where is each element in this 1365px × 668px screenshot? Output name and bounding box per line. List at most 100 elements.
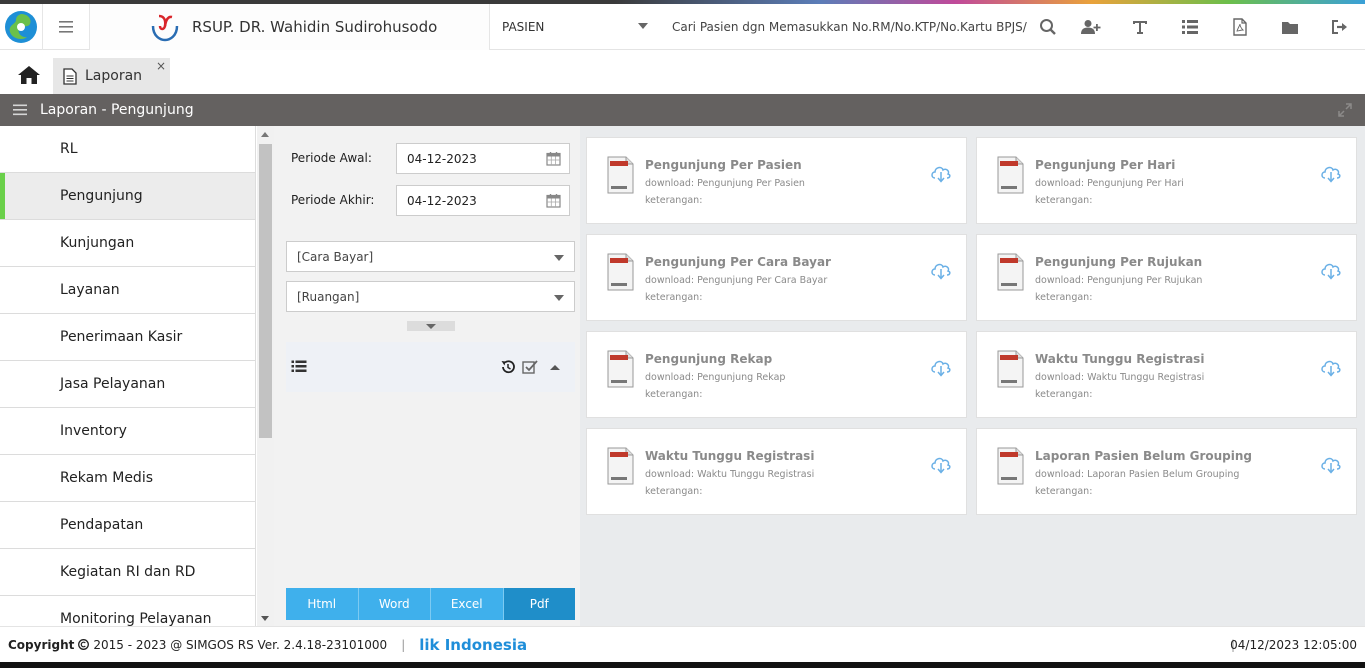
cloud-download-icon[interactable] bbox=[930, 163, 952, 183]
panel-menu-button[interactable] bbox=[0, 94, 40, 126]
patient-type-select[interactable]: PASIEN bbox=[490, 4, 658, 50]
periode-awal-input[interactable]: 04-12-2023 bbox=[396, 143, 570, 174]
list-button[interactable] bbox=[1170, 4, 1210, 50]
pdf-button[interactable] bbox=[1220, 4, 1260, 50]
pdf-file-icon bbox=[607, 447, 634, 485]
hospital-brand: RSUP. DR. Wahidin Sudirohusodo bbox=[90, 4, 490, 50]
scrollbar-thumb[interactable] bbox=[259, 144, 272, 438]
bottom-bar bbox=[0, 662, 1365, 668]
expand-button[interactable] bbox=[1337, 102, 1353, 122]
sidebar-item-kunjungan[interactable]: Kunjungan bbox=[0, 220, 255, 267]
logout-button[interactable] bbox=[1320, 4, 1360, 50]
hamburger-menu-button[interactable] bbox=[42, 4, 90, 50]
patient-search-input[interactable]: Cari Pasien dgn Memasukkan No.RM/No.KTP/… bbox=[672, 4, 1028, 50]
hamburger-icon bbox=[13, 104, 27, 116]
report-card[interactable]: Waktu Tunggu Registrasi download: Waktu … bbox=[976, 331, 1357, 418]
pdf-file-icon bbox=[997, 156, 1024, 194]
periode-awal-label: Periode Awal: bbox=[291, 151, 372, 165]
pdf-file-icon bbox=[997, 253, 1024, 291]
page-title: Laporan - Pengunjung bbox=[40, 102, 194, 118]
sidebar-item-monitoring-pelayanan[interactable]: Monitoring Pelayanan bbox=[0, 596, 255, 626]
sidebar-item-label: RL bbox=[60, 141, 78, 157]
sidebar-item-layanan[interactable]: Layanan bbox=[0, 267, 255, 314]
cloud-download-icon[interactable] bbox=[1320, 454, 1342, 474]
pdf-file-icon bbox=[997, 350, 1024, 388]
cloud-download-icon[interactable] bbox=[930, 454, 952, 474]
app-header: RSUP. DR. Wahidin Sudirohusodo PASIEN Ca… bbox=[0, 4, 1365, 50]
report-card[interactable]: Laporan Pasien Belum Grouping download: … bbox=[976, 428, 1357, 515]
word-button[interactable]: Word bbox=[358, 588, 431, 620]
report-title: Pengunjung Per Pasien bbox=[645, 158, 802, 172]
report-card[interactable]: Pengunjung Per Cara Bayar download: Peng… bbox=[586, 234, 967, 321]
filter-panel: Periode Awal: 04-12-2023 Periode Akhir: … bbox=[274, 126, 580, 626]
chevron-up-icon[interactable] bbox=[550, 364, 560, 371]
sidebar-item-rl[interactable]: RL bbox=[0, 126, 255, 173]
app-logo[interactable] bbox=[0, 4, 42, 50]
periode-akhir-input[interactable]: 04-12-2023 bbox=[396, 185, 570, 216]
report-card[interactable]: Pengunjung Per Pasien download: Pengunju… bbox=[586, 137, 967, 224]
sidebar-item-pendapatan[interactable]: Pendapatan bbox=[0, 502, 255, 549]
scroll-up-icon[interactable] bbox=[261, 132, 269, 137]
sidebar-item-label: Monitoring Pelayanan bbox=[60, 611, 212, 626]
sidebar-item-jasa-pelayanan[interactable]: Jasa Pelayanan bbox=[0, 361, 255, 408]
folder-button[interactable] bbox=[1270, 4, 1310, 50]
ruangan-select[interactable]: [Ruangan] bbox=[286, 281, 575, 312]
close-icon[interactable]: × bbox=[156, 59, 166, 73]
sidebar-item-label: Layanan bbox=[60, 282, 120, 298]
history-icon[interactable] bbox=[500, 359, 516, 375]
search-placeholder: Cari Pasien dgn Memasukkan No.RM/No.KTP/… bbox=[672, 20, 1027, 34]
sidebar-scrollbar[interactable] bbox=[257, 126, 274, 626]
report-card[interactable]: Waktu Tunggu Registrasi download: Waktu … bbox=[586, 428, 967, 515]
user-plus-icon bbox=[1081, 20, 1101, 34]
sidebar-item-inventory[interactable]: Inventory bbox=[0, 408, 255, 455]
report-title: Pengunjung Per Rujukan bbox=[1035, 255, 1203, 269]
sidebar-item-rekam-medis[interactable]: Rekam Medis bbox=[0, 455, 255, 502]
hospital-name: RSUP. DR. Wahidin Sudirohusodo bbox=[192, 18, 438, 36]
report-keterangan: keterangan: bbox=[645, 195, 703, 206]
tab-label: Laporan bbox=[85, 68, 143, 84]
copyright-label: Copyright bbox=[8, 637, 75, 652]
calendar-icon[interactable] bbox=[546, 151, 561, 166]
app-footer: Copyright 2015 - 2023 @ SIMGOS RS Ver. 2… bbox=[0, 626, 1365, 662]
cloud-download-icon[interactable] bbox=[1320, 260, 1342, 280]
report-download-text: download: Laporan Pasien Belum Grouping bbox=[1035, 469, 1240, 480]
report-download-text: download: Pengunjung Per Pasien bbox=[645, 178, 805, 189]
search-button[interactable] bbox=[1028, 4, 1068, 50]
sidebar-item-kegiatan-ri-rd[interactable]: Kegiatan RI dan RD bbox=[0, 549, 255, 596]
export-format-buttons: Html Word Excel Pdf bbox=[286, 588, 575, 620]
chevron-down-icon bbox=[638, 23, 648, 29]
check-square-icon[interactable] bbox=[522, 359, 538, 375]
report-download-text: download: Pengunjung Per Hari bbox=[1035, 178, 1184, 189]
cloud-download-icon[interactable] bbox=[930, 357, 952, 377]
report-title: Pengunjung Per Hari bbox=[1035, 158, 1176, 172]
tab-laporan[interactable]: Laporan × bbox=[53, 58, 170, 94]
cloud-download-icon[interactable] bbox=[930, 260, 952, 280]
calendar-icon[interactable] bbox=[546, 193, 561, 208]
list-icon[interactable] bbox=[291, 360, 307, 373]
cloud-download-icon[interactable] bbox=[1320, 163, 1342, 183]
tab-bar: Laporan × bbox=[0, 51, 1365, 94]
footer-brand[interactable]: lik Indonesia bbox=[419, 636, 527, 654]
home-button[interactable] bbox=[12, 61, 46, 89]
sidebar-item-pengunjung[interactable]: Pengunjung bbox=[0, 173, 255, 220]
collapse-toggle[interactable] bbox=[407, 321, 455, 331]
report-card[interactable]: Pengunjung Per Rujukan download: Pengunj… bbox=[976, 234, 1357, 321]
html-button[interactable]: Html bbox=[286, 588, 359, 620]
report-card[interactable]: Pengunjung Per Hari download: Pengunjung… bbox=[976, 137, 1357, 224]
pdf-file-icon bbox=[997, 447, 1024, 485]
cara-bayar-select[interactable]: [Cara Bayar] bbox=[286, 241, 575, 272]
pdf-format-button[interactable]: Pdf bbox=[503, 588, 575, 620]
page-titlebar: Laporan - Pengunjung bbox=[0, 94, 1365, 126]
column-list-panel bbox=[286, 342, 575, 392]
report-keterangan: keterangan: bbox=[645, 486, 703, 497]
report-card[interactable]: Pengunjung Rekap download: Pengunjung Re… bbox=[586, 331, 967, 418]
sidebar-item-penerimaan-kasir[interactable]: Penerimaan Kasir bbox=[0, 314, 255, 361]
periode-awal-value: 04-12-2023 bbox=[407, 151, 477, 166]
cloud-download-icon[interactable] bbox=[1320, 357, 1342, 377]
add-patient-button[interactable] bbox=[1071, 4, 1111, 50]
excel-button[interactable]: Excel bbox=[431, 588, 504, 620]
pdf-file-icon bbox=[607, 156, 634, 194]
text-button[interactable] bbox=[1120, 4, 1160, 50]
scroll-down-icon[interactable] bbox=[261, 616, 269, 621]
sidebar-item-label: Inventory bbox=[60, 423, 127, 439]
